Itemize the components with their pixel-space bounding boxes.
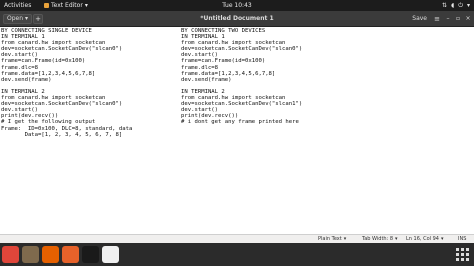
volume-icon: ◖ [451,2,455,9]
right-code-line: # i dont get any frame printed here [181,119,299,126]
insert-mode[interactable]: INS [458,236,466,243]
firefox-icon[interactable] [42,246,59,263]
terminal-icon[interactable] [82,246,99,263]
save-button[interactable]: Save [409,14,430,24]
chevron-down-icon: ▾ [343,236,347,242]
left-code-line: Data=[1, 2, 3, 4, 5, 6, 7, 8] [1,131,123,138]
tab-width-selector[interactable]: Tab Width: 8 ▾ [362,236,398,243]
minimize-icon[interactable]: – [444,14,452,24]
status-bar: Plain Text ▾ Tab Width: 8 ▾ Ln 16, Col 9… [0,234,474,243]
chrome-icon[interactable] [2,246,19,263]
network-icon: ⇅ [442,2,448,9]
dock [0,243,474,266]
top-bar: Activities Text Editor ▾ Tue 10:43 ⇅ ◖ ⏻… [0,0,474,11]
hamburger-menu-icon[interactable]: ≡ [432,14,442,24]
show-applications-icon[interactable] [455,247,470,262]
power-icon: ⏻ [458,2,463,9]
chevron-down-icon: ▾ [395,236,398,242]
header-bar: Open ▾ + *Untitled Document 1 Save ≡ – ▫… [0,11,474,27]
tab-width-label: Tab Width: 8 [362,236,394,242]
cursor-position-label: Ln 16, Col 94 [406,236,439,242]
close-icon[interactable]: × [464,14,472,24]
document-title: *Untitled Document 1 [200,15,274,22]
cursor-position[interactable]: Ln 16, Col 94 ▾ [406,236,444,243]
text-editor-icon[interactable] [102,246,119,263]
left-code-column: BY CONNECTING SINGLE DEVICE IN TERMINAL 1… [1,28,181,138]
files-icon[interactable] [22,246,39,263]
text-editor-area[interactable]: BY CONNECTING SINGLE DEVICE IN TERMINAL 1… [0,27,474,234]
chevron-down-icon: ▾ [440,236,444,242]
language-selector[interactable]: Plain Text ▾ [318,236,346,243]
maximize-icon[interactable]: ▫ [454,14,462,24]
system-tray[interactable]: ⇅ ◖ ⏻ ▾ [442,0,470,11]
software-icon[interactable] [62,246,79,263]
clock[interactable]: Tue 10:43 [0,0,474,11]
language-label: Plain Text [318,236,342,242]
chevron-down-icon: ▾ [466,2,470,9]
right-code-column: BY CONNECTING TWO DEVICES IN TERMINAL 1 fr… [181,28,361,126]
